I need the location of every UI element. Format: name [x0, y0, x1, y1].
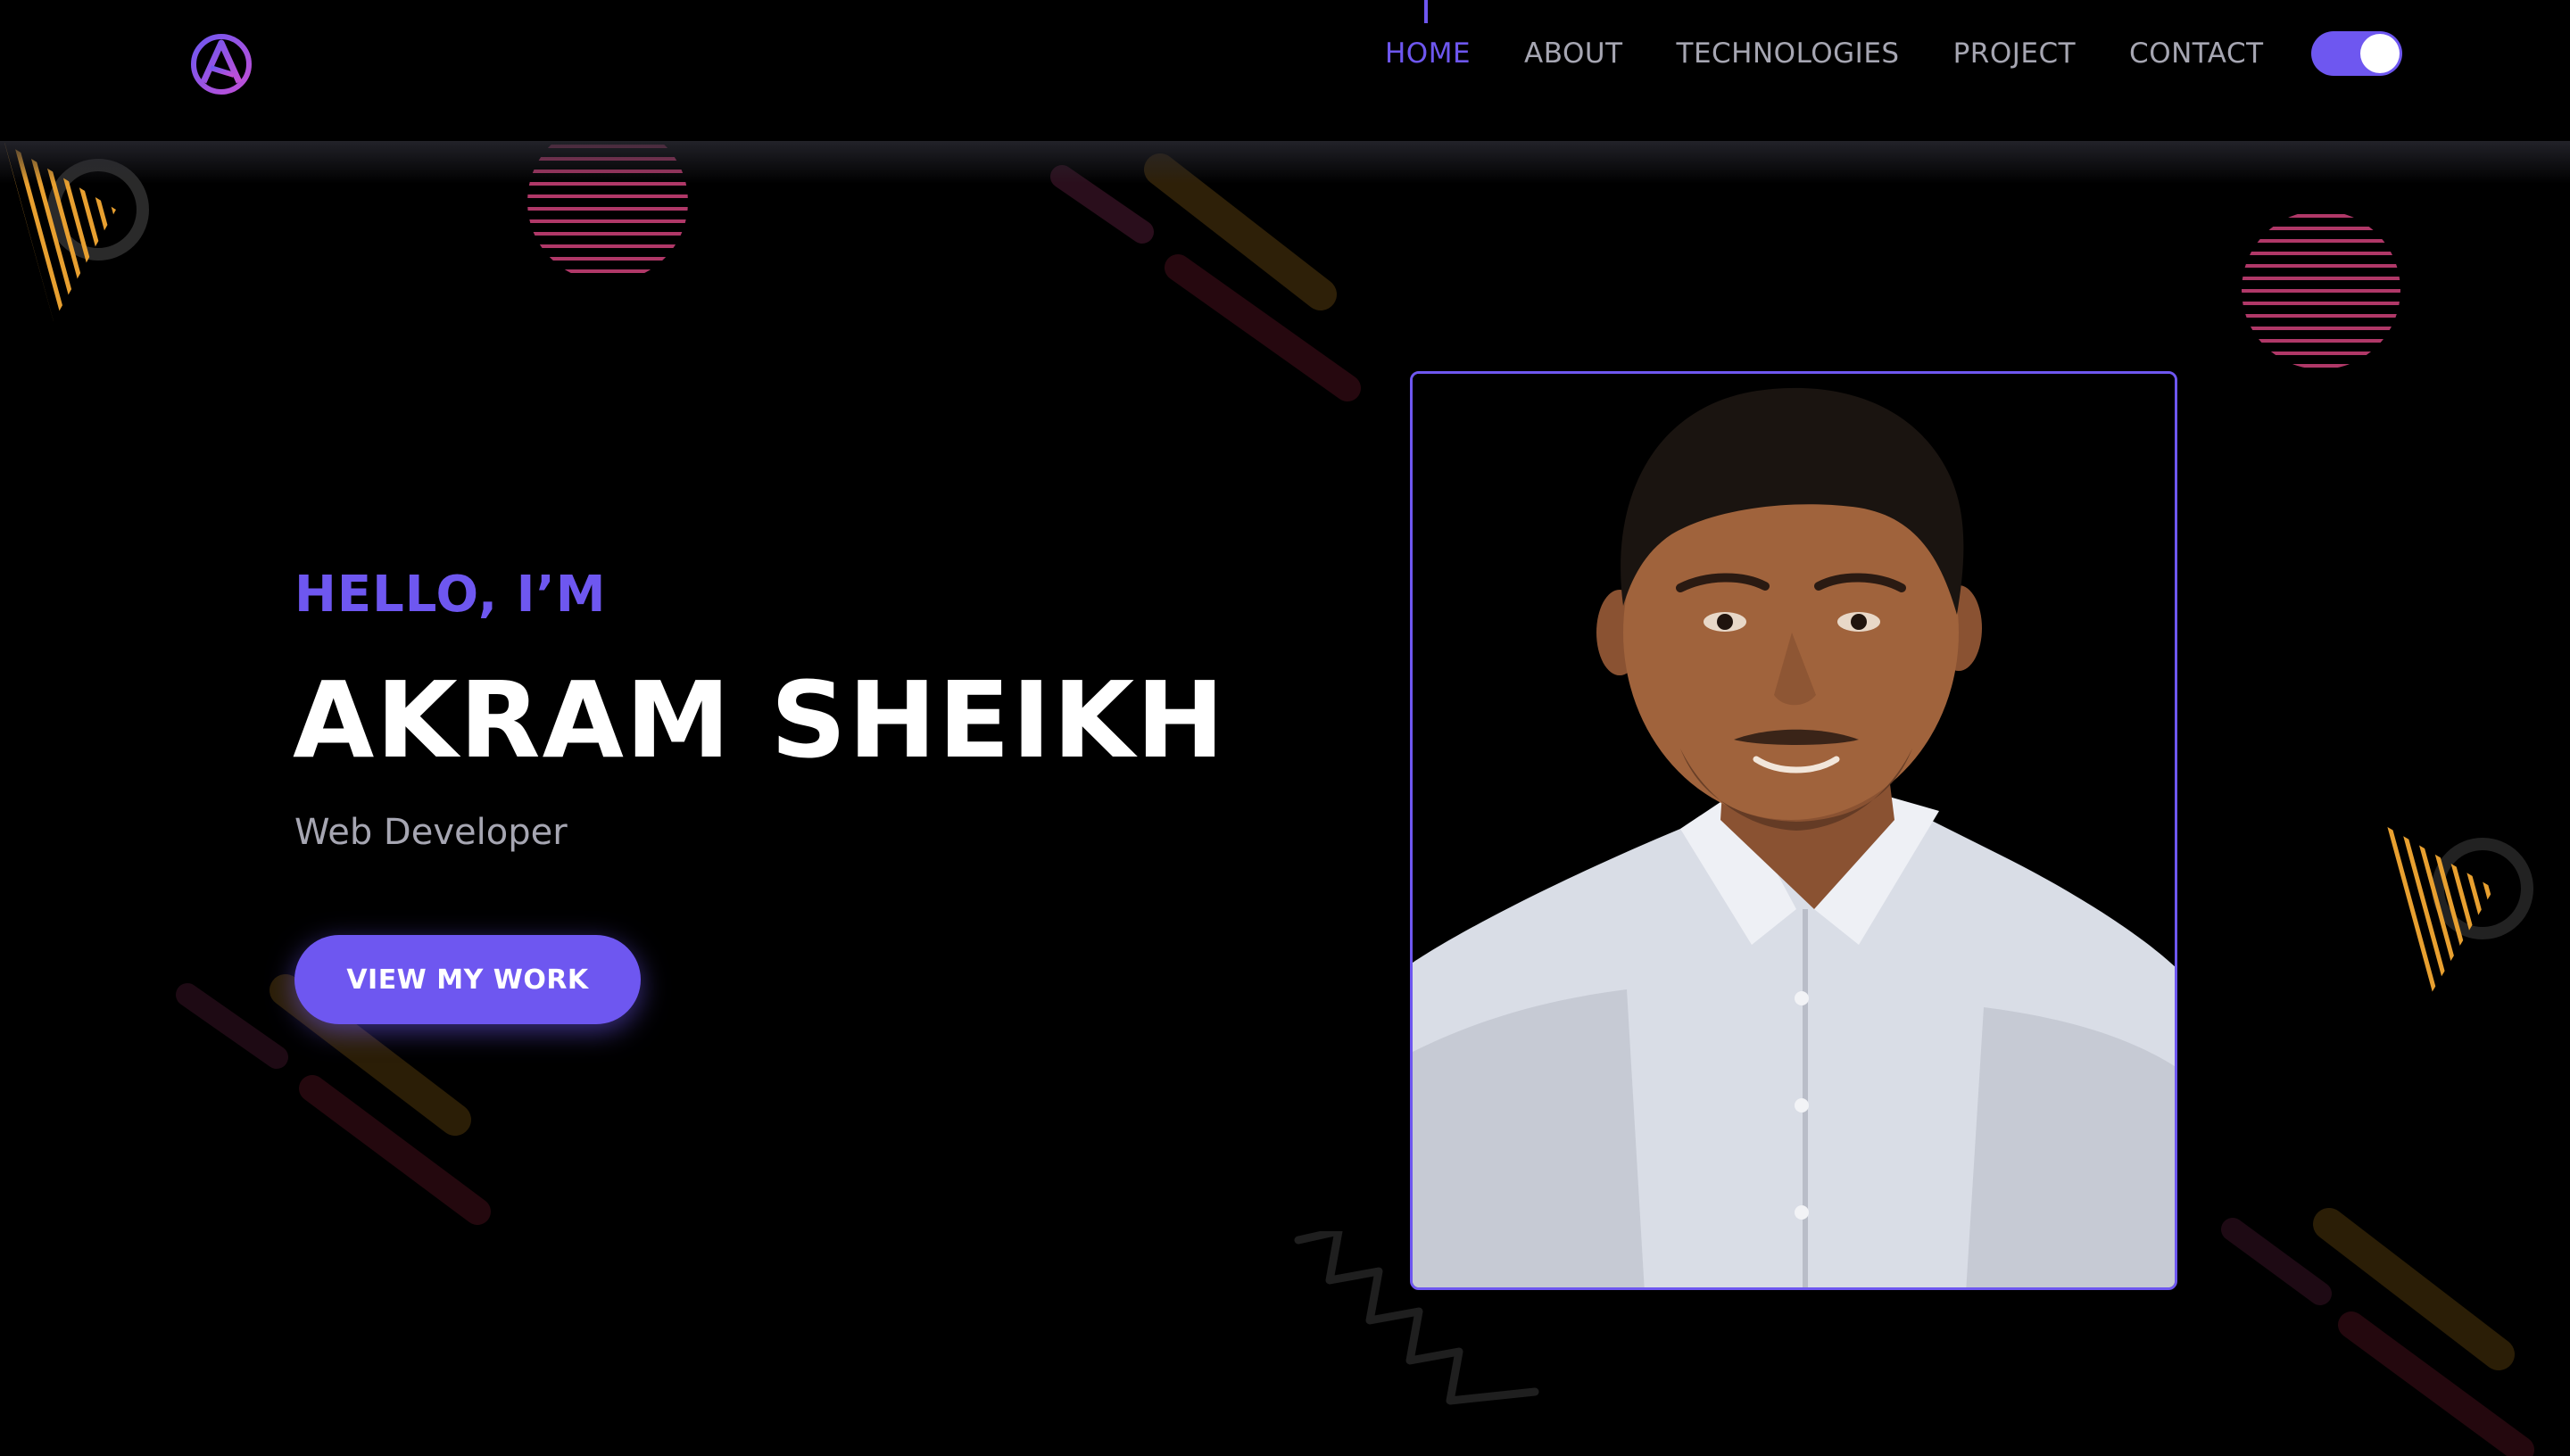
striped-triangle-decoration-right [2378, 822, 2533, 1000]
theme-toggle-knob [2360, 34, 2400, 73]
theme-toggle[interactable] [2311, 31, 2402, 76]
logo-icon[interactable] [189, 32, 253, 96]
nav-about-link[interactable]: ABOUT [1524, 37, 1622, 70]
nav-technologies-link[interactable]: TECHNOLOGIES [1677, 37, 1900, 70]
view-my-work-button[interactable]: VIEW MY WORK [294, 935, 641, 1024]
diagonal-bars-decoration-bottom-right [2221, 1208, 2534, 1456]
nav-home-link[interactable]: HOME [1385, 37, 1471, 70]
hero-role: Web Developer [294, 812, 568, 853]
profile-photo [1413, 374, 2175, 1287]
striped-circle-decoration-right [2242, 214, 2400, 368]
nav-project-link[interactable]: PROJECT [1953, 37, 2076, 70]
nav-contact-link[interactable]: CONTACT [2129, 37, 2264, 70]
navbar-shadow [0, 141, 2570, 184]
portfolio-page: HOME ABOUT TECHNOLOGIES PROJECT CONTACT … [0, 0, 2570, 1456]
hero-greeting: HELLO, I’M [294, 566, 607, 624]
profile-photo-frame [1410, 371, 2177, 1290]
hero-name: AKRAM SHEIKH [293, 658, 1226, 782]
navbar: HOME ABOUT TECHNOLOGIES PROJECT CONTACT [0, 0, 2570, 141]
active-nav-indicator [1424, 0, 1428, 23]
nav-menu: HOME ABOUT TECHNOLOGIES PROJECT CONTACT [1385, 32, 2317, 75]
